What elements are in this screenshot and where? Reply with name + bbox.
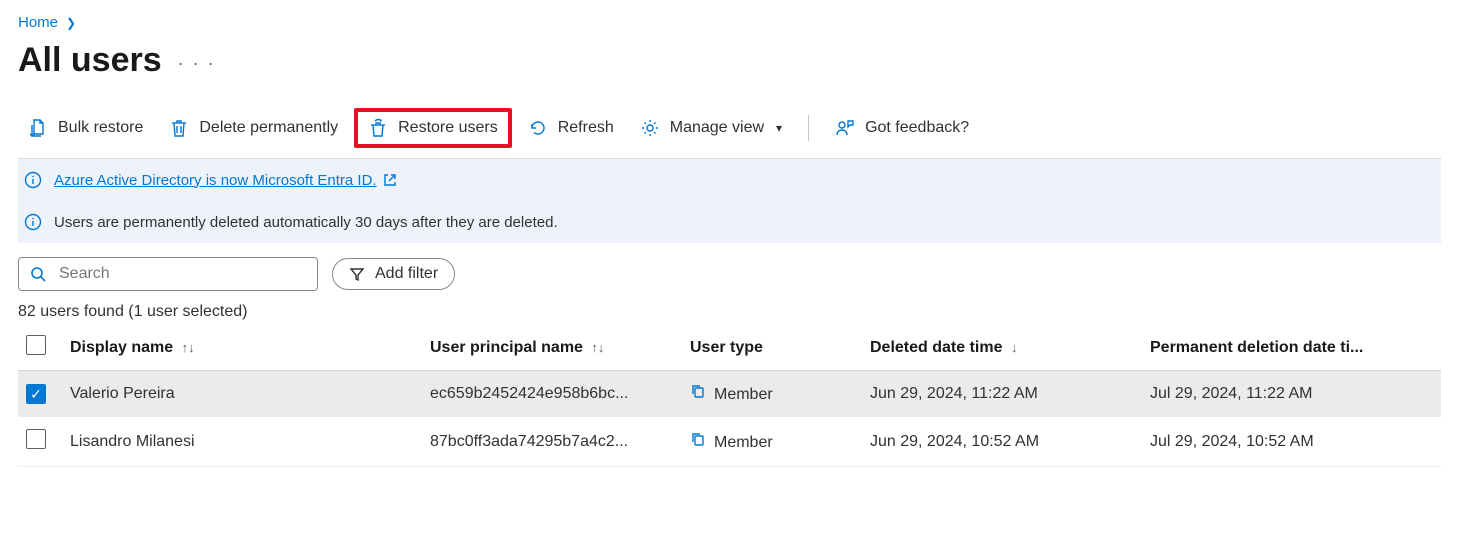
page-title: All users [18, 41, 162, 80]
table-row[interactable]: Valerio Pereiraec659b2452424e958b6bc... M… [18, 371, 1441, 417]
column-display-name-label: Display name [70, 339, 173, 356]
external-link-icon [383, 173, 397, 187]
cell-user-type: Member [682, 371, 862, 417]
trash-icon [169, 118, 189, 138]
rename-announcement-text: Azure Active Directory is now Microsoft … [54, 172, 377, 189]
delete-permanently-button[interactable]: Delete permanently [159, 112, 348, 144]
sort-desc-icon: ↓ [1011, 340, 1018, 355]
filter-icon [349, 266, 365, 282]
manage-view-label: Manage view [670, 119, 764, 137]
search-input[interactable] [57, 264, 307, 284]
bulk-restore-label: Bulk restore [58, 119, 143, 137]
feedback-button[interactable]: Got feedback? [825, 112, 979, 144]
permanent-delete-banner: Users are permanently deleted automatica… [18, 201, 1441, 243]
column-permanent-deletion-label: Permanent deletion date ti... [1150, 339, 1363, 356]
search-box[interactable] [18, 257, 318, 291]
feedback-icon [835, 118, 855, 138]
column-permanent-deletion[interactable]: Permanent deletion date ti... [1142, 325, 1441, 371]
sort-both-icon: ↑↓ [591, 340, 604, 355]
add-filter-button[interactable]: Add filter [332, 258, 455, 290]
refresh-button[interactable]: Refresh [518, 112, 624, 144]
chevron-right-icon: ❯ [66, 16, 76, 30]
add-filter-label: Add filter [375, 265, 438, 283]
page-title-row: All users · · · [18, 41, 1441, 80]
cell-user-type: Member [682, 417, 862, 467]
column-user-type[interactable]: User type [682, 325, 862, 371]
row-checkbox[interactable] [26, 429, 46, 449]
permanent-delete-text: Users are permanently deleted automatica… [54, 214, 558, 231]
column-upn-label: User principal name [430, 339, 583, 356]
rename-announcement-link[interactable]: Azure Active Directory is now Microsoft … [54, 172, 397, 189]
breadcrumb-home[interactable]: Home [18, 14, 58, 31]
restore-users-button[interactable]: Restore users [358, 112, 508, 144]
cell-permanent-deletion-date: Jul 29, 2024, 10:52 AM [1142, 417, 1441, 467]
row-checkbox[interactable] [26, 384, 46, 404]
rename-banner: Azure Active Directory is now Microsoft … [18, 159, 1441, 201]
column-deleted[interactable]: Deleted date time ↓ [862, 325, 1142, 371]
chevron-down-icon: ▾ [776, 121, 782, 135]
info-icon [24, 171, 42, 189]
column-user-type-label: User type [690, 339, 763, 356]
column-deleted-label: Deleted date time [870, 339, 1002, 356]
users-table: Display name ↑↓ User principal name ↑↓ U… [18, 325, 1441, 467]
column-display-name[interactable]: Display name ↑↓ [62, 325, 422, 371]
user-type-value: Member [714, 386, 773, 403]
table-row[interactable]: Lisandro Milanesi87bc0ff3ada74295b7a4c2.… [18, 417, 1441, 467]
toolbar-separator [808, 115, 809, 141]
restore-icon [368, 118, 388, 138]
sort-both-icon: ↑↓ [182, 340, 195, 355]
filter-row: Add filter [18, 257, 1441, 291]
copy-icon[interactable] [690, 431, 706, 447]
command-toolbar: Bulk restore Delete permanently Restore … [18, 108, 1441, 159]
restore-users-label: Restore users [398, 119, 498, 137]
column-upn[interactable]: User principal name ↑↓ [422, 325, 682, 371]
cell-display-name[interactable]: Lisandro Milanesi [62, 417, 422, 467]
results-summary: 82 users found (1 user selected) [18, 303, 1441, 321]
select-all-checkbox[interactable] [26, 335, 46, 355]
cell-deleted-date: Jun 29, 2024, 10:52 AM [862, 417, 1142, 467]
more-actions-icon[interactable]: · · · [178, 47, 216, 74]
refresh-icon [528, 118, 548, 138]
cell-display-name[interactable]: Valerio Pereira [62, 371, 422, 417]
cell-deleted-date: Jun 29, 2024, 11:22 AM [862, 371, 1142, 417]
copy-icon[interactable] [690, 383, 706, 399]
breadcrumb: Home ❯ [18, 14, 1441, 31]
search-icon [29, 265, 47, 283]
cell-upn: 87bc0ff3ada74295b7a4c2... [422, 417, 682, 467]
refresh-label: Refresh [558, 119, 614, 137]
user-type-value: Member [714, 434, 773, 451]
cell-permanent-deletion-date: Jul 29, 2024, 11:22 AM [1142, 371, 1441, 417]
cell-upn: ec659b2452424e958b6bc... [422, 371, 682, 417]
bulk-restore-button[interactable]: Bulk restore [18, 112, 153, 144]
bulk-restore-icon [28, 118, 48, 138]
manage-view-button[interactable]: Manage view ▾ [630, 112, 792, 144]
delete-permanently-label: Delete permanently [199, 119, 338, 137]
restore-users-highlight: Restore users [354, 108, 512, 148]
info-icon [24, 213, 42, 231]
feedback-label: Got feedback? [865, 119, 969, 137]
gear-icon [640, 118, 660, 138]
